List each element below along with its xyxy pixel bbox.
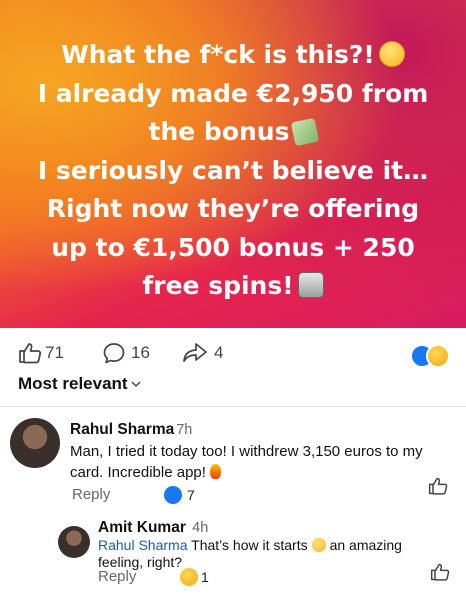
chevron-down-icon	[131, 381, 141, 388]
divider	[0, 406, 466, 407]
post-line-6: up to €1,500 bonus + 250	[51, 232, 415, 262]
comment-reactions[interactable]: 7	[164, 486, 195, 504]
comment-text: Rahul Sharma That’s how it starts an amaz…	[98, 537, 423, 571]
comment-like-icon[interactable]	[428, 476, 448, 496]
reaction-count: 7	[187, 487, 195, 503]
care-reaction-icon	[180, 568, 198, 586]
comment-body-part: That’s how it starts	[191, 537, 308, 553]
comment-author[interactable]: Rahul Sharma 7h	[70, 421, 192, 439]
author-name: Amit Kumar	[98, 519, 186, 536]
post-caption: What the f*ck is this?! I already made €…	[10, 36, 456, 306]
comment-count: 16	[131, 343, 150, 362]
comment-text: Man, I tried it today too! I withdrew 3,…	[70, 441, 455, 483]
reply-button[interactable]: Reply	[72, 486, 110, 503]
reaction-summary[interactable]	[410, 344, 452, 368]
comment-time: 7h	[176, 422, 193, 438]
share-action[interactable]: 4	[182, 342, 223, 364]
reply-button[interactable]: Reply	[98, 568, 136, 585]
post-line-3: the bonus	[148, 117, 290, 146]
avatar[interactable]	[10, 418, 60, 468]
fire-icon	[209, 464, 221, 479]
comment-reactions[interactable]: 1	[180, 568, 209, 586]
care-reaction-icon	[426, 344, 450, 368]
post-actions-bar: 71 16 4	[0, 336, 466, 372]
post-line-7: free spins!	[142, 271, 294, 300]
grinning-face-icon	[311, 538, 326, 552]
post-line-5: Right now they’re offering	[46, 194, 420, 223]
post-image-banner: What the f*ck is this?! I already made €…	[0, 0, 466, 328]
reaction-count: 1	[201, 569, 209, 585]
slot-machine-icon	[297, 272, 324, 298]
comment-like-icon[interactable]	[430, 562, 450, 582]
post-line-4: I seriously can’t believe it…	[37, 155, 429, 185]
mention-link[interactable]: Rahul Sharma	[98, 537, 188, 553]
sort-label: Most relevant	[18, 374, 128, 393]
avatar[interactable]	[58, 526, 90, 558]
post-line-1: What the f*ck is this?!	[61, 40, 375, 69]
comment-sort-dropdown[interactable]: Most relevant	[18, 374, 142, 394]
comment-body-part: an amazing	[329, 537, 402, 553]
like-action[interactable]: 71	[18, 342, 64, 364]
share-arrow-icon	[183, 343, 207, 362]
money-wings-icon	[291, 117, 320, 147]
thumbs-up-icon	[19, 343, 42, 364]
author-name: Rahul Sharma	[70, 421, 175, 438]
comment-time: 4h	[192, 520, 209, 536]
comment-author[interactable]: Amit Kumar 4h	[98, 519, 208, 537]
comment-bubble-icon	[103, 343, 125, 364]
like-count: 71	[45, 343, 64, 362]
comment-action[interactable]: 16	[102, 342, 150, 364]
post-line-2: I already made €2,950 from	[37, 78, 429, 108]
like-reaction-icon	[164, 486, 182, 504]
share-count: 4	[214, 343, 224, 362]
comment-body: Man, I tried it today too! I withdrew 3,…	[70, 443, 423, 481]
astonished-face-icon	[378, 41, 405, 67]
